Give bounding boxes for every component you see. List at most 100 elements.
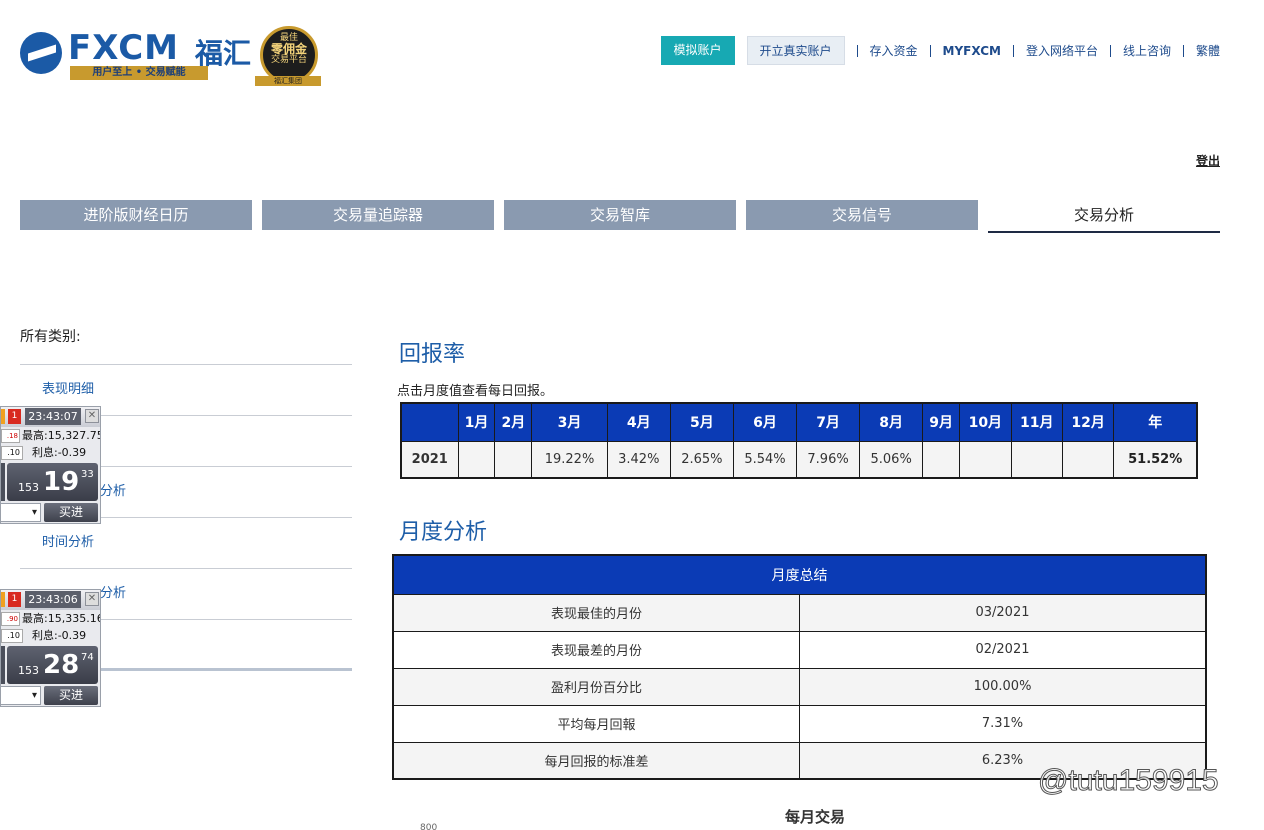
ticker-price-pip: 33 [81,469,94,480]
ticker-sell-panel-edge[interactable] [1,463,5,501]
ticker-interest-row: .10 利息:-0.39 [1,629,100,644]
ticker-high-row: .90 最高:15,335.16 [1,612,100,627]
ticker-close-icon[interactable]: ✕ [85,409,99,423]
sidebar-item-time-analysis[interactable]: 时间分析 [20,518,352,569]
summary-label: 每月回报的标准差 [392,741,800,780]
returns-header-cell: 6月 [732,402,798,442]
summary-value: 7.31% [799,704,1207,743]
tab-volume-tracker[interactable]: 交易量追踪器 [262,200,494,230]
returns-table: 1月 2月 3月 4月 5月 6月 7月 8月 9月 10月 11月 12月 年… [400,402,1198,479]
ticker-lot-select[interactable]: ▾ [1,686,41,705]
badge-sub-text: 交易平台 [270,55,307,65]
nav-link-live-chat[interactable]: 线上咨询 [1109,44,1183,57]
returns-month-cell[interactable] [1061,440,1115,479]
returns-header-cell [400,402,459,442]
ticker-buy-price[interactable]: 153 28 74 [7,646,98,684]
tab-trading-signals[interactable]: 交易信号 [746,200,978,230]
logo-wordmark: FXCM [68,28,180,68]
returns-header-cell: 12月 [1061,402,1115,442]
ticker-price-prefix: 153 [18,664,39,677]
logo-slogan: 用户至上 • 交易赋能 [70,66,208,80]
ticker-color-tag [1,592,5,607]
price-ticker-widget[interactable]: 1 23:43:06 ✕ .90 最高:15,335.16 .10 利息:-0.… [0,589,101,707]
weibo-watermark: @tutu159915 [1038,764,1220,798]
ticker-buy-button[interactable]: 买进 [44,503,98,522]
returns-month-cell[interactable]: 2.65% [669,440,734,479]
returns-month-cell[interactable]: 5.06% [859,440,924,479]
returns-header-cell: 8月 [859,402,924,442]
open-real-account-button[interactable]: 开立真实账户 [746,36,845,65]
returns-month-cell[interactable] [494,440,533,479]
summary-label: 表现最差的月份 [392,630,800,669]
ticker-lot-select[interactable]: ▾ [1,503,41,522]
returns-header-cell: 11月 [1010,402,1063,442]
ticker-time: 23:43:06 [25,591,81,608]
monthly-summary-header: 月度总结 [393,555,1206,594]
fxcm-logo-mark-icon [20,32,62,74]
monthly-summary-table: 月度总结 表现最佳的月份 03/2021 表现最差的月份 02/2021 盈利月… [392,554,1207,780]
tab-trading-analysis[interactable]: 交易分析 [988,200,1220,233]
ticker-time: 23:43:07 [25,408,81,425]
ticker-interest-row: .10 利息:-0.39 [1,446,100,461]
fxcm-logo[interactable]: FXCM 福汇 用户至上 • 交易赋能 最佳 零佣金 交易平台 福汇集团 [20,26,321,86]
summary-label: 表现最佳的月份 [392,593,800,632]
ticker-high-row: .18 最高:15,327.75 [1,429,100,444]
summary-value: 02/2021 [799,630,1207,669]
ticker-bid-box: .18 [1,429,20,443]
nav-link-traditional-chinese[interactable]: 繁體 [1182,44,1220,57]
ticker-price-pip: 74 [81,652,94,663]
ticker-buy-button[interactable]: 买进 [44,686,98,705]
ticker-price-big: 19 [43,467,80,497]
returns-month-cell[interactable]: 7.96% [796,440,861,479]
returns-header-cell: 2月 [494,402,533,442]
returns-month-cell[interactable] [922,440,961,479]
returns-hint: 点击月度值查看每日回报。 [397,384,554,399]
returns-month-cell[interactable]: 3.42% [606,440,671,479]
ticker-alert-icon[interactable]: 1 [8,592,21,607]
tool-tabs: 进阶版财经日历 交易量追踪器 交易智库 交易信号 交易分析 [20,200,1220,233]
ticker-buy-price[interactable]: 153 19 33 [7,463,98,501]
summary-label: 盈利月份百分比 [392,667,800,706]
badge-main-text: 零佣金 [270,42,307,56]
sidebar-title: 所有类别: [20,322,352,365]
returns-month-cell[interactable]: 19.22% [531,440,608,479]
returns-month-cell[interactable] [959,440,1012,479]
top-navigation: 模拟账户 开立真实账户 存入资金 MYFXCM 登入网络平台 线上咨询 繁體 [660,36,1220,65]
returns-year-cell: 2021 [400,440,459,479]
monthly-trades-chart-title: 每月交易 [785,808,846,826]
returns-row-2021: 2021 19.22% 3.42% 2.65% 5.54% 7.96% 5.06… [400,440,1198,479]
price-ticker-widget[interactable]: 1 23:43:07 ✕ .18 最高:15,327.75 .10 利息:-0.… [0,406,101,524]
chart-y-tick: 800 [420,823,438,830]
ticker-color-tag [1,409,5,424]
monthly-analysis-heading: 月度分析 [399,520,488,545]
ticker-sell-panel-edge[interactable] [1,646,5,684]
tab-economic-calendar[interactable]: 进阶版财经日历 [20,200,252,230]
logout-link[interactable]: 登出 [1196,152,1220,169]
demo-account-button[interactable]: 模拟账户 [660,36,735,65]
ticker-alert-icon[interactable]: 1 [8,409,21,424]
returns-month-cell[interactable] [457,440,496,479]
returns-month-cell[interactable]: 5.54% [732,440,798,479]
returns-month-cell[interactable] [1010,440,1063,479]
summary-label: 平均每月回報 [392,704,800,743]
returns-heading: 回报率 [399,342,466,367]
summary-value: 03/2021 [799,593,1207,632]
nav-link-web-platform[interactable]: 登入网络平台 [1012,44,1110,57]
returns-header-cell: 3月 [531,402,608,442]
returns-header-cell: 10月 [959,402,1012,442]
nav-link-deposit[interactable]: 存入资金 [856,44,930,57]
summary-value: 100.00% [799,667,1207,706]
returns-header-cell: 5月 [669,402,734,442]
ticker-close-icon[interactable]: ✕ [85,592,99,606]
returns-header-cell: 4月 [606,402,671,442]
ticker-price-big: 28 [43,650,80,680]
returns-header-row: 1月 2月 3月 4月 5月 6月 7月 8月 9月 10月 11月 12月 年 [400,402,1198,442]
ticker-price-prefix: 153 [18,481,39,494]
ticker-interest: 利息:-0.39 [32,446,87,459]
returns-header-cell: 9月 [922,402,961,442]
tab-trading-insights[interactable]: 交易智库 [504,200,736,230]
ticker-interest: 利息:-0.39 [32,629,87,642]
returns-header-cell: 1月 [457,402,496,442]
nav-link-myfxcm[interactable]: MYFXCM [929,44,1013,57]
ticker-bid-box: .90 [1,612,20,626]
